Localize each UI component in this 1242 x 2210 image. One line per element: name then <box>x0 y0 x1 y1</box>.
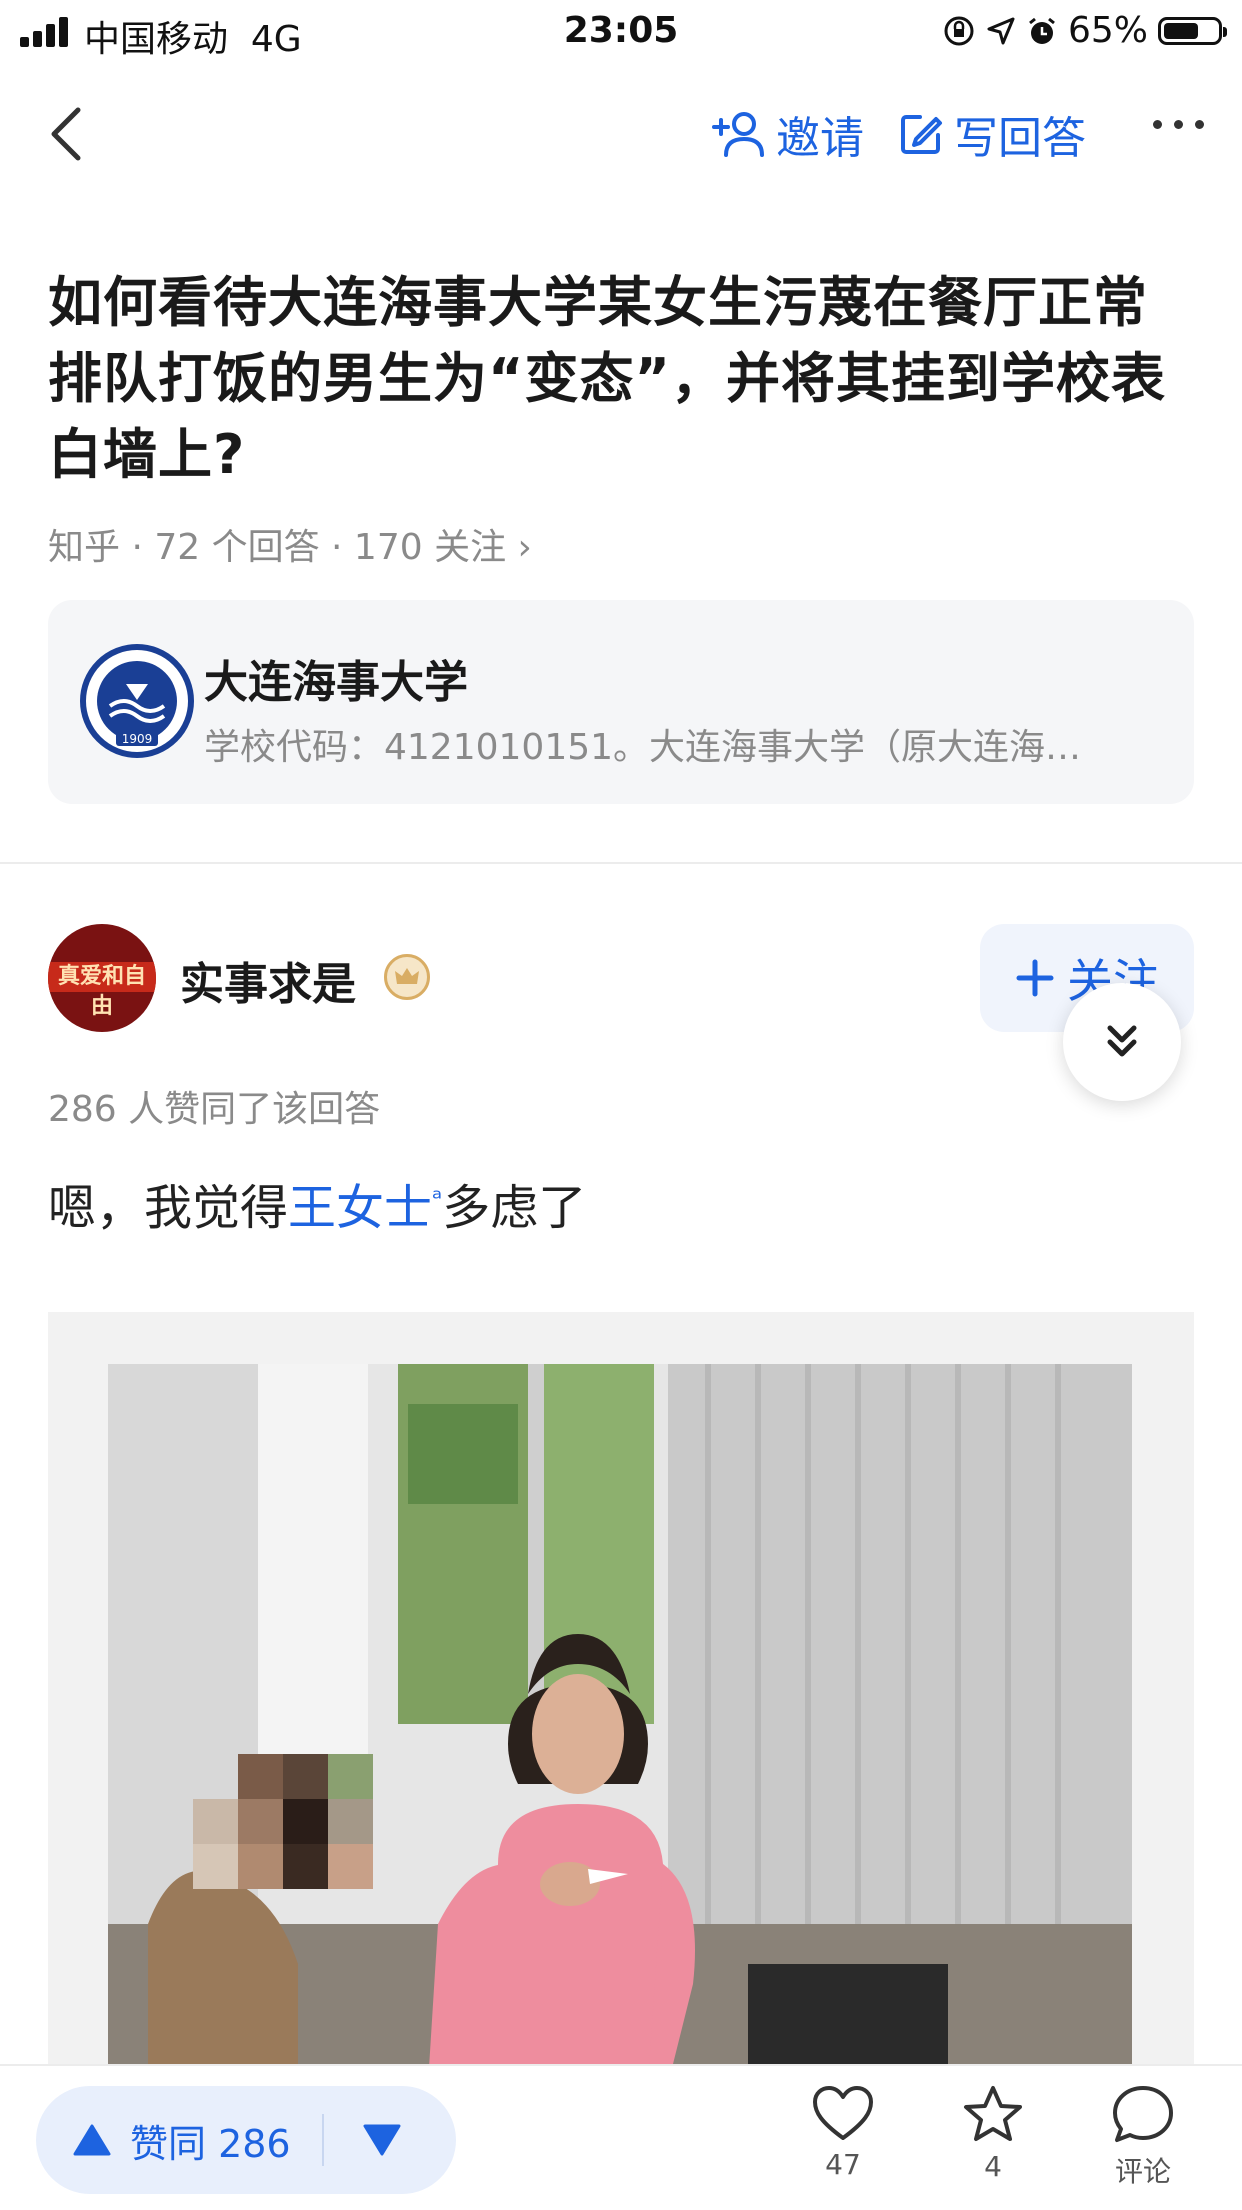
avatar-text: 真爱和自由 <box>48 962 156 1019</box>
write-answer-label: 写回答 <box>954 113 1086 164</box>
bottom-action-bar: 赞同 286 47 4 评论 <box>0 2064 1242 2210</box>
alarm-icon <box>1029 17 1055 44</box>
status-right-group: 65% <box>942 10 1227 51</box>
crown-badge-icon <box>384 954 430 1000</box>
status-bar: 中国移动 4G 23:05 65% <box>0 0 1242 62</box>
triangle-down-icon <box>363 2124 401 2156</box>
downvote-button[interactable] <box>362 2086 402 2194</box>
invite-button[interactable]: 邀请 <box>712 102 864 166</box>
vote-pill: 赞同 286 <box>36 2086 456 2194</box>
chevron-double-down-icon <box>1107 1025 1137 1057</box>
triangle-up-icon <box>73 2124 111 2156</box>
upvote-button[interactable]: 赞同 286 <box>72 2086 291 2194</box>
likes-count: 47 <box>825 2148 861 2181</box>
answer-image-frame[interactable] <box>48 1312 1194 2072</box>
upvote-label: 赞同 286 <box>130 2121 291 2166</box>
battery-percent: 65% <box>1067 10 1148 51</box>
write-answer-button[interactable]: 写回答 <box>898 102 1086 166</box>
invite-label: 邀请 <box>776 113 864 164</box>
more-button[interactable] <box>1153 120 1204 129</box>
topic-description: 学校代码：4121010151。大连海事大学（原大连海… <box>204 727 1082 768</box>
author-name[interactable]: 实事求是 <box>180 948 356 1012</box>
location-icon <box>987 17 1015 44</box>
comment-button[interactable]: 评论 <box>1093 2084 1193 2190</box>
answer-link[interactable]: 王女士 <box>288 1180 432 1236</box>
logo-year: 1909 <box>122 732 153 746</box>
heart-icon <box>813 2086 873 2140</box>
comment-icon <box>1113 2086 1173 2142</box>
favorites-count: 4 <box>984 2150 1002 2183</box>
search-link-icon: ᵃ <box>432 1184 443 1214</box>
more-icon <box>1153 120 1162 129</box>
rotation-lock-icon <box>944 16 974 45</box>
back-button[interactable] <box>40 104 100 164</box>
vote-summary: 286 人赞同了该回答 <box>48 1089 381 1130</box>
answer-text-before: 嗯，我觉得 <box>48 1180 289 1236</box>
favorite-button[interactable]: 4 <box>943 2084 1043 2183</box>
like-button[interactable]: 47 <box>793 2084 893 2181</box>
invite-icon <box>712 112 764 157</box>
photo-illustration <box>108 1364 1132 2072</box>
battery-icon <box>1158 16 1227 45</box>
vote-separator <box>322 2114 324 2166</box>
topic-card[interactable]: 1909 大连海事大学 学校代码：4121010151。大连海事大学（原大连海… <box>48 600 1194 804</box>
author-avatar[interactable]: 真爱和自由 <box>48 924 156 1032</box>
back-icon <box>51 107 81 161</box>
top-nav: 邀请 写回答 <box>0 80 1242 200</box>
answer-text-after: 多虑了 <box>442 1180 587 1236</box>
answer-text: 嗯，我觉得王女士ᵃ多虑了 <box>48 1168 586 1238</box>
edit-icon <box>901 115 942 154</box>
question-title: 如何看待大连海事大学某女生污蔑在餐厅正常排队打饭的男生为“变态”，并将其挂到学校… <box>48 271 1166 486</box>
answer-photo[interactable] <box>108 1364 1132 2072</box>
question-meta[interactable]: 知乎 · 72 个回答 · 170 关注 › <box>48 518 532 570</box>
section-divider <box>0 862 1242 864</box>
comments-label: 评论 <box>1114 2155 1171 2188</box>
star-icon <box>964 2086 1022 2141</box>
plus-icon <box>1016 959 1054 997</box>
collapse-button[interactable] <box>1063 983 1181 1101</box>
topic-name: 大连海事大学 <box>204 657 468 708</box>
university-logo-icon: 1909 <box>80 644 194 758</box>
